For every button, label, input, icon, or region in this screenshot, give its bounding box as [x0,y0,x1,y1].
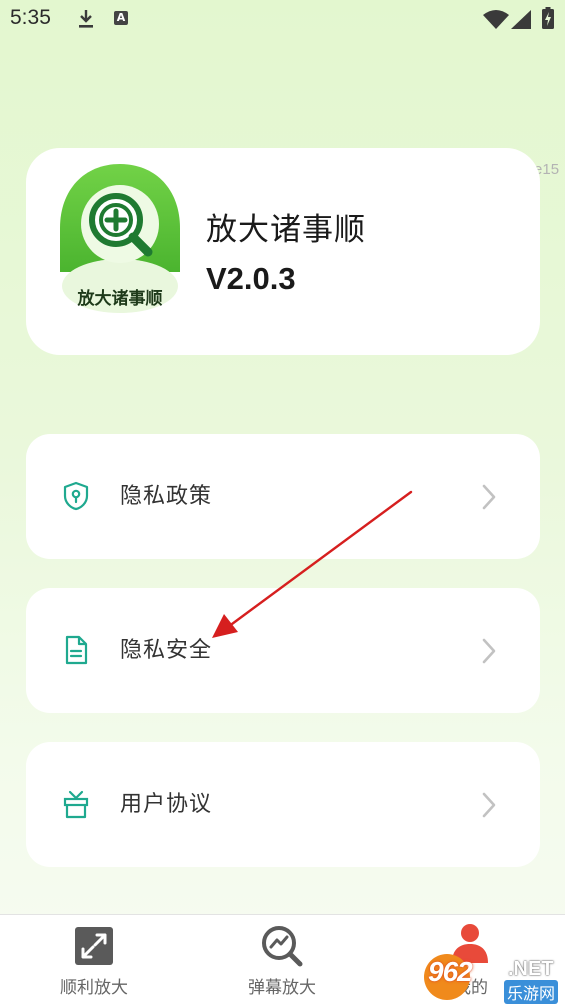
app-info-card: 放大诸事顺 放大诸事顺 V2.0.3 [26,148,540,355]
tab-label-smooth-zoom: 顺利放大 [60,978,128,998]
menu-label-privacy-policy: 隐私政策 [120,484,213,509]
document-icon [65,635,88,665]
app-logo-icon: 放大诸事顺 [60,164,180,313]
status-bar: 5:35 A [0,0,565,38]
chevron-right-icon [482,792,496,818]
expand-arrows-icon [75,927,113,965]
menu-item-user-agreement[interactable]: 用户协议 [26,742,540,867]
shield-icon [63,481,89,511]
signal-icon [511,10,531,29]
tab-label-danmaku-zoom: 弹幕放大 [248,978,316,998]
battery-charging-icon [542,7,554,29]
menu-label-privacy-security: 隐私安全 [120,638,213,663]
gift-box-icon [63,790,89,819]
app-name: 放大诸事顺 [206,212,366,248]
menu-item-privacy-security[interactable]: 隐私安全 [26,588,540,713]
menu-label-user-agreement: 用户协议 [120,792,213,817]
site-watermark-name: 乐游网 [504,980,559,1004]
site-watermark-number: 962 [428,956,473,987]
tab-danmaku-zoom[interactable]: 弹幕放大 [188,915,376,1005]
status-time: 5:35 [10,6,51,29]
menu-item-privacy-policy[interactable]: 隐私政策 [26,434,540,559]
site-watermark-net: .NET [508,958,554,980]
download-icon [79,10,93,28]
a-notification-icon: A [114,11,128,25]
tab-smooth-zoom[interactable]: 顺利放大 [0,915,188,1005]
app-logo-text: 放大诸事顺 [77,288,163,309]
app-version: V2.0.3 [206,261,296,296]
chevron-right-icon [482,638,496,664]
wifi-icon [483,10,509,29]
magnifier-chart-icon [262,926,303,967]
site-watermark: 962 .NET 乐游网 [424,950,565,1004]
chevron-right-icon [482,484,496,510]
